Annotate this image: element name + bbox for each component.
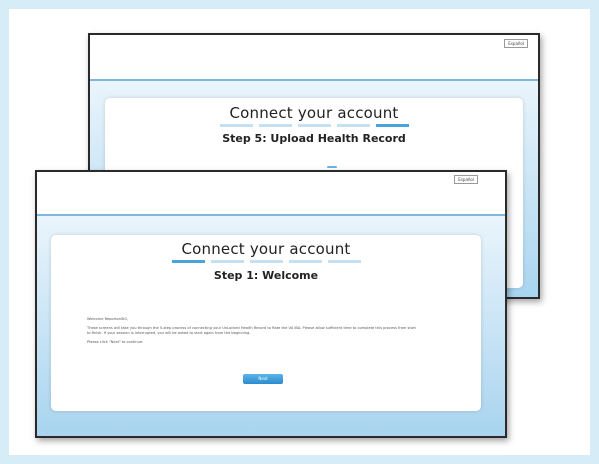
front-step-3 <box>249 260 283 263</box>
greeting-text: Welcome ReportonSIG, <box>87 317 129 321</box>
front-step-5 <box>327 260 361 263</box>
back-language-button[interactable]: Español <box>504 39 528 48</box>
front-step-indicator <box>51 260 481 263</box>
back-title: Connect your account <box>229 104 399 122</box>
back-step-2 <box>258 124 292 127</box>
front-content-area: Connect your account Step 1: Welcome Wel… <box>37 216 505 436</box>
front-window: Español Connect your account Step 1: Wel… <box>35 170 507 438</box>
intro-paragraph: These screens will take you through the … <box>87 326 416 335</box>
front-step-1 <box>171 260 205 263</box>
back-step-5 <box>375 124 409 127</box>
back-step-3 <box>297 124 331 127</box>
front-language-button[interactable]: Español <box>454 175 478 184</box>
back-partial-element <box>327 166 337 168</box>
front-window-header: Español <box>37 172 505 214</box>
back-step-1 <box>219 124 253 127</box>
next-button[interactable]: Next <box>243 374 283 384</box>
front-card: Connect your account Step 1: Welcome Wel… <box>51 235 481 411</box>
front-step-2 <box>210 260 244 263</box>
front-step-title: Step 1: Welcome <box>213 269 319 282</box>
back-step-title: Step 5: Upload Health Record <box>222 132 406 145</box>
front-body-text: Welcome ReportonSIG, These screens will … <box>87 317 417 349</box>
instruction-text: Please click "Next" to continue. <box>87 340 144 344</box>
back-step-4 <box>336 124 370 127</box>
back-step-indicator <box>105 124 523 127</box>
front-title: Connect your account <box>181 240 351 258</box>
back-window-header: Español <box>90 35 538 79</box>
front-step-4 <box>288 260 322 263</box>
